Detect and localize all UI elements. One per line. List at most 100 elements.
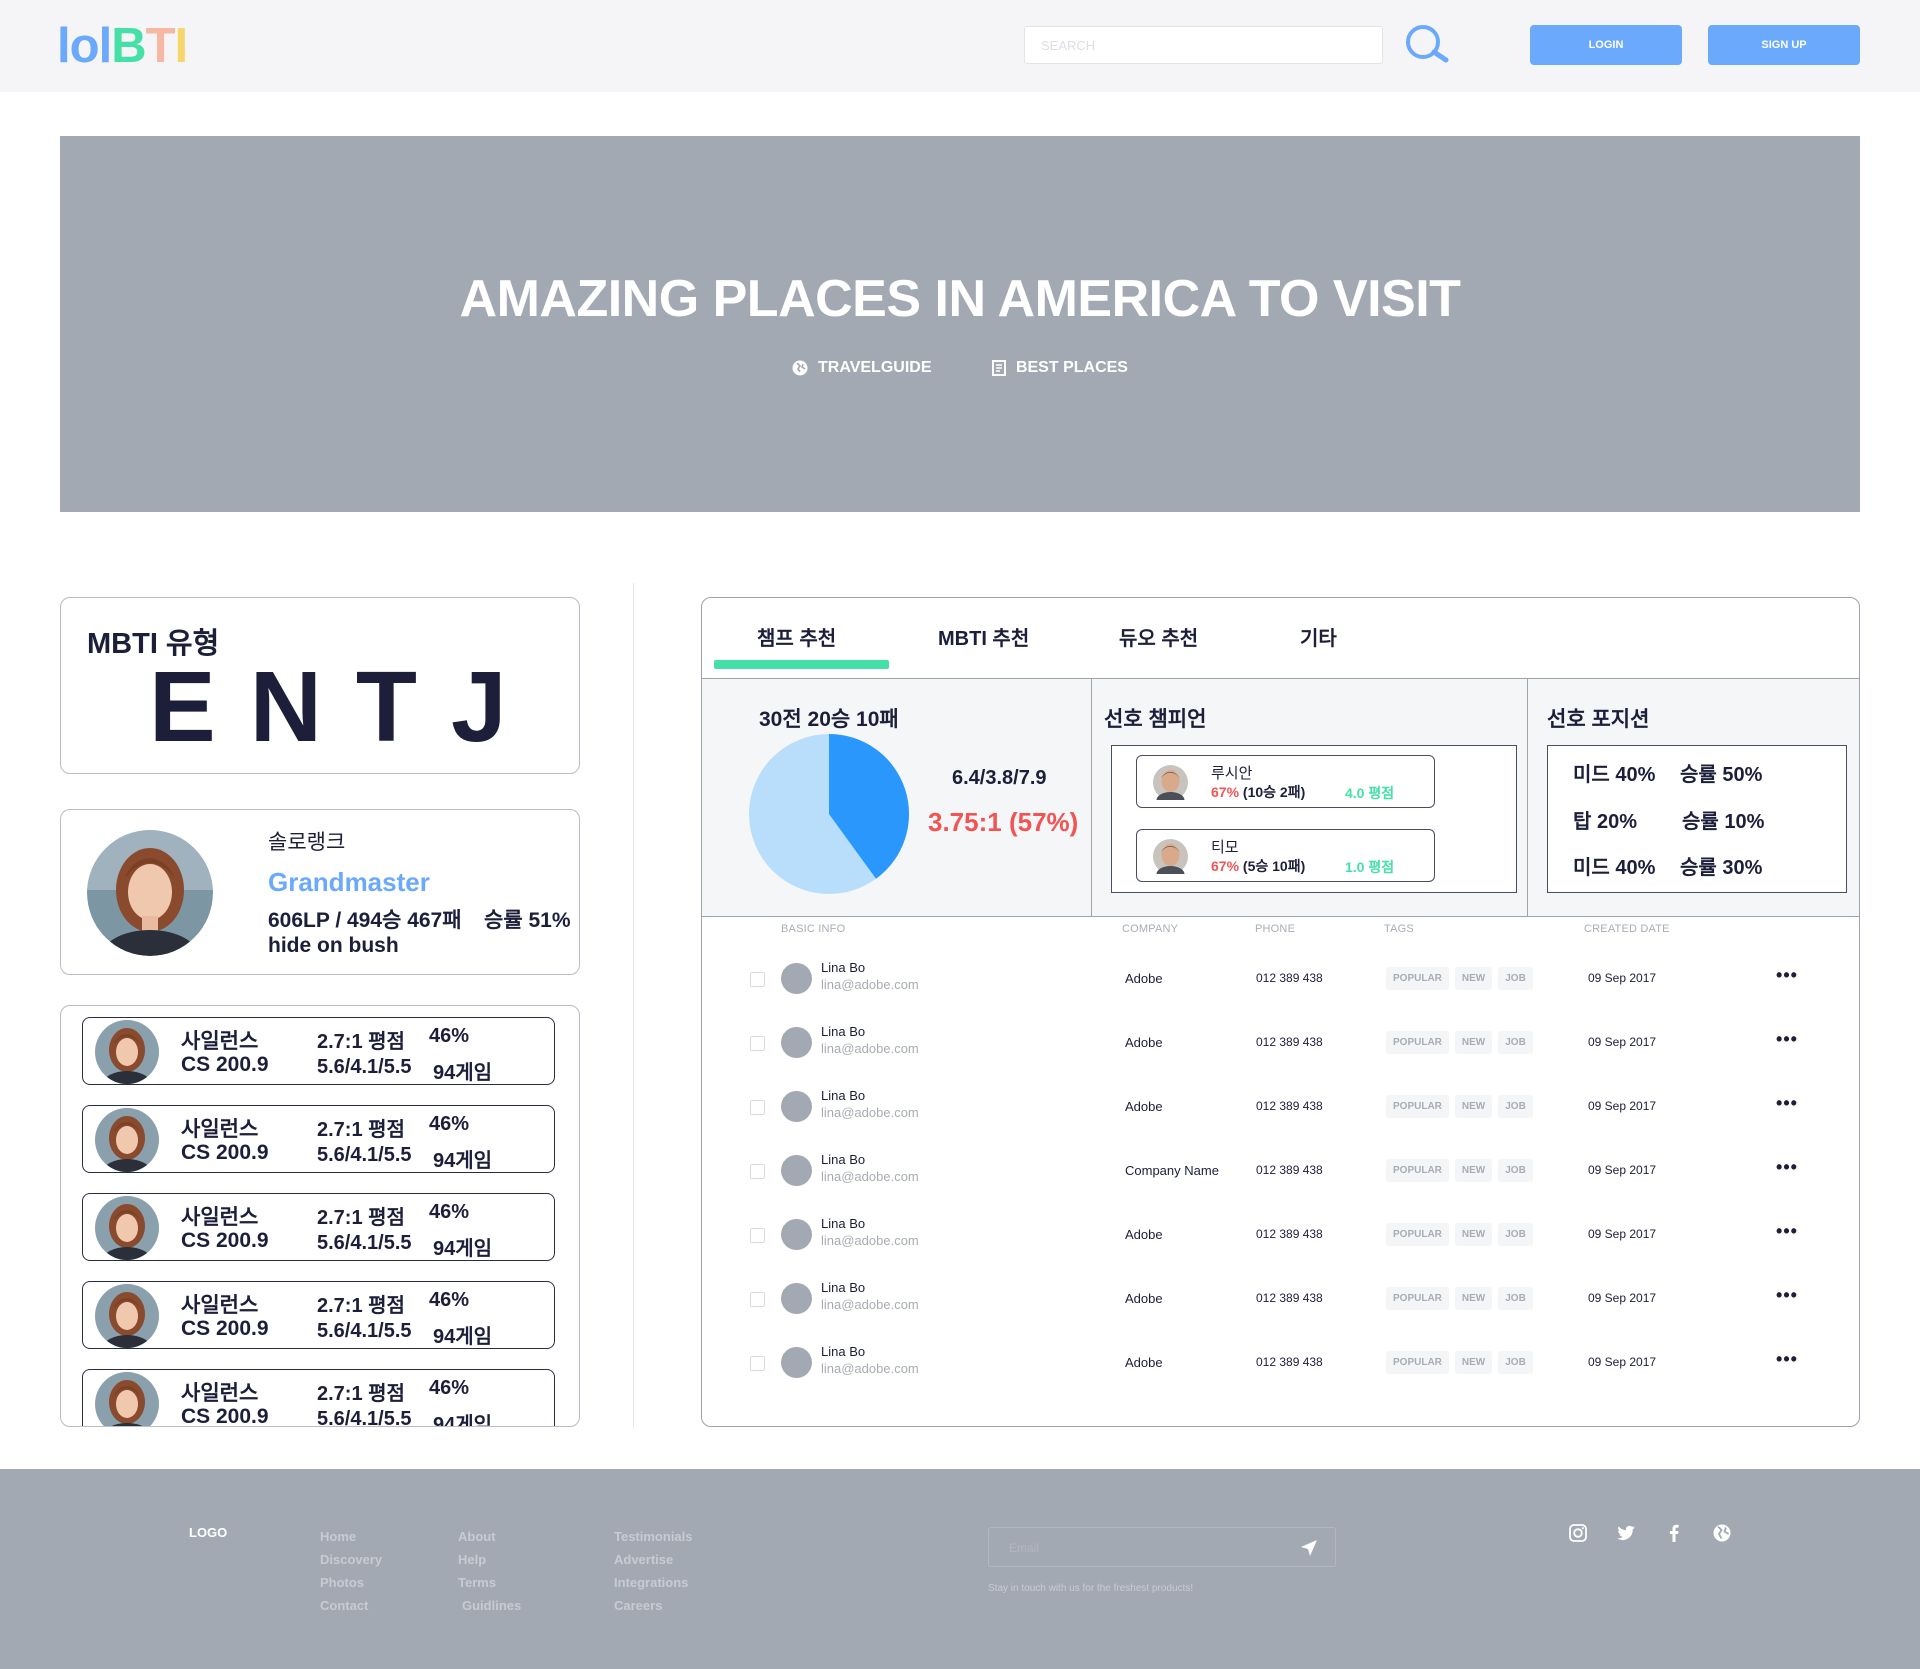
search-input[interactable] (1024, 26, 1383, 64)
tag-badge[interactable]: NEW (1454, 1287, 1493, 1310)
champion-avatar (95, 1108, 159, 1172)
footer-link[interactable]: Contact (320, 1594, 382, 1617)
champion-avatar (95, 1372, 159, 1426)
hero-banner: AMAZING PLACES IN AMERICA TO VISIT TRAVE… (60, 136, 1860, 512)
table-row[interactable]: Lina Bo lina@adobe.com Adobe 012 389 438 POP… (702, 948, 1859, 1012)
travelguide-link[interactable]: TRAVELGUIDE (792, 359, 932, 377)
table-row[interactable]: Lina Bo lina@adobe.com Adobe 012 389 438 POP… (702, 1076, 1859, 1140)
more-options-icon[interactable]: ••• (1775, 1349, 1799, 1369)
row-checkbox[interactable] (750, 972, 765, 987)
champion-list[interactable]: 사일런스 CS 200.9 2.7:1 평점 46% 5.6/4.1/5.5 94게임 사일… (60, 1005, 580, 1427)
row-checkbox[interactable] (750, 1100, 765, 1115)
tab-champ[interactable]: 챔프 추천 (757, 622, 836, 651)
tag-badge[interactable]: JOB (1498, 1351, 1533, 1374)
tag-badge[interactable]: POPULAR (1386, 1031, 1449, 1054)
tag-badge[interactable]: POPULAR (1386, 1159, 1449, 1182)
more-options-icon[interactable]: ••• (1775, 1157, 1799, 1177)
avatar (87, 830, 213, 956)
champion-games: 94게임 (433, 1238, 493, 1260)
twitter-icon[interactable] (1616, 1523, 1636, 1543)
tag-badge[interactable]: NEW (1454, 967, 1493, 990)
table-row[interactable]: Lina Bo lina@adobe.com Adobe 012 389 438 POP… (702, 1012, 1859, 1076)
champion-average: 5.6/4.1/5.5 (317, 1056, 412, 1078)
tag-badge[interactable]: POPULAR (1386, 1351, 1449, 1374)
tag-badge[interactable]: JOB (1498, 1031, 1533, 1054)
tag-badge[interactable]: NEW (1454, 1095, 1493, 1118)
recommendation-panel: 챔프 추천 MBTI 추천 듀오 추천 기타 30전 20승 10패 6.4/3… (701, 597, 1860, 1427)
footer-link[interactable]: Advertise (614, 1548, 693, 1571)
login-button[interactable]: LOGIN (1530, 25, 1682, 65)
more-options-icon[interactable]: ••• (1775, 1029, 1799, 1049)
row-checkbox[interactable] (750, 1356, 765, 1371)
tag-badge[interactable]: JOB (1498, 1095, 1533, 1118)
row-checkbox[interactable] (750, 1228, 765, 1243)
more-options-icon[interactable]: ••• (1775, 965, 1799, 985)
more-options-icon[interactable]: ••• (1775, 1093, 1799, 1113)
footer-link[interactable]: Integrations (614, 1571, 693, 1594)
preferred-champion-item[interactable]: 티모 67% (5승 10패) 1.0 평점 (1136, 829, 1435, 882)
phone-cell: 012 389 438 (1256, 1035, 1323, 1049)
table-row[interactable]: Lina Bo lina@adobe.com Adobe 012 389 438 POP… (702, 1204, 1859, 1268)
tag-badge[interactable]: NEW (1454, 1351, 1493, 1374)
table-row[interactable]: Lina Bo lina@adobe.com Adobe 012 389 438 POP… (702, 1332, 1859, 1396)
row-checkbox[interactable] (750, 1164, 765, 1179)
preferred-champion-item[interactable]: 루시안 67% (10승 2패) 4.0 평점 (1136, 755, 1435, 808)
site-logo[interactable]: lolBTI (57, 18, 188, 74)
champion-item[interactable]: 사일런스 CS 200.9 2.7:1 평점 46% 5.6/4.1/5.5 94게임 (82, 1105, 555, 1173)
winrate: 승률 51% (484, 909, 571, 932)
facebook-icon[interactable] (1664, 1523, 1684, 1543)
champion-item[interactable]: 사일런스 CS 200.9 2.7:1 평점 46% 5.6/4.1/5.5 94게임 (82, 1369, 555, 1426)
tag-badge[interactable]: JOB (1498, 1159, 1533, 1182)
champion-winrate: 46% (429, 1113, 470, 1135)
tab-duo[interactable]: 듀오 추천 (1119, 622, 1198, 651)
signup-button[interactable]: SIGN UP (1708, 25, 1860, 65)
company-cell: Adobe (1125, 1355, 1163, 1370)
footer-link[interactable]: Terms (458, 1571, 521, 1594)
preferred-positions-box: 선호 포지션 미드 40% 승률 50% 탑 20% 승률 10% 미드 40%… (1528, 679, 1859, 916)
champion-name: 티모 (1211, 839, 1239, 856)
tab-other[interactable]: 기타 (1300, 622, 1337, 651)
row-checkbox[interactable] (750, 1292, 765, 1307)
tab-mbti[interactable]: MBTI 추천 (938, 622, 1029, 651)
champion-item[interactable]: 사일런스 CS 200.9 2.7:1 평점 46% 5.6/4.1/5.5 94게임 (82, 1281, 555, 1349)
footer-link[interactable]: Photos (320, 1571, 382, 1594)
table-row[interactable]: Lina Bo lina@adobe.com Adobe 012 389 438 POP… (702, 1268, 1859, 1332)
queue-type: 솔로랭크 (268, 831, 346, 854)
tag-badge[interactable]: NEW (1454, 1223, 1493, 1246)
send-icon[interactable] (1300, 1539, 1318, 1557)
more-options-icon[interactable]: ••• (1775, 1221, 1799, 1241)
footer-link[interactable]: Help (458, 1548, 521, 1571)
footer-link[interactable]: Careers (614, 1594, 693, 1617)
tag-badge[interactable]: POPULAR (1386, 1287, 1449, 1310)
column-header-created-date: CREATED DATE (1584, 923, 1670, 935)
globe-icon[interactable] (1712, 1523, 1732, 1543)
created-date-cell: 09 Sep 2017 (1588, 1227, 1657, 1241)
contact-email: lina@adobe.com (821, 1361, 919, 1376)
footer-link[interactable]: About (458, 1525, 521, 1548)
footer-link[interactable]: Testimonials (614, 1525, 693, 1548)
footer-logo[interactable]: LOGO (189, 1525, 227, 1540)
tag-badge[interactable]: NEW (1454, 1031, 1493, 1054)
tag-badge[interactable]: NEW (1454, 1159, 1493, 1182)
tag-badge[interactable]: JOB (1498, 1287, 1533, 1310)
tag-badge[interactable]: POPULAR (1386, 1095, 1449, 1118)
instagram-icon[interactable] (1568, 1523, 1588, 1543)
best-places-label: BEST PLACES (1015, 359, 1128, 376)
footer-link[interactable]: Discovery (320, 1548, 382, 1571)
footer-email-field[interactable]: Email (988, 1527, 1336, 1567)
tag-badge[interactable]: JOB (1498, 1223, 1533, 1246)
best-places-link[interactable]: BEST PLACES (991, 359, 1128, 377)
champion-item[interactable]: 사일런스 CS 200.9 2.7:1 평점 46% 5.6/4.1/5.5 94게임 (82, 1017, 555, 1085)
tag-badge[interactable]: POPULAR (1386, 967, 1449, 990)
footer-link[interactable]: Home (320, 1525, 382, 1548)
tag-badge[interactable]: POPULAR (1386, 1223, 1449, 1246)
row-checkbox[interactable] (750, 1036, 765, 1051)
more-options-icon[interactable]: ••• (1775, 1285, 1799, 1305)
search-button[interactable] (1400, 22, 1452, 68)
tag-badge[interactable]: JOB (1498, 967, 1533, 990)
contact-name: Lina Bo (821, 1216, 866, 1231)
champion-cs: CS 200.9 (181, 1053, 269, 1076)
champion-item[interactable]: 사일런스 CS 200.9 2.7:1 평점 46% 5.6/4.1/5.5 94게임 (82, 1193, 555, 1261)
footer-link[interactable]: Guidlines (458, 1594, 521, 1617)
table-row[interactable]: Lina Bo lina@adobe.com Company Name 012 389… (702, 1140, 1859, 1204)
